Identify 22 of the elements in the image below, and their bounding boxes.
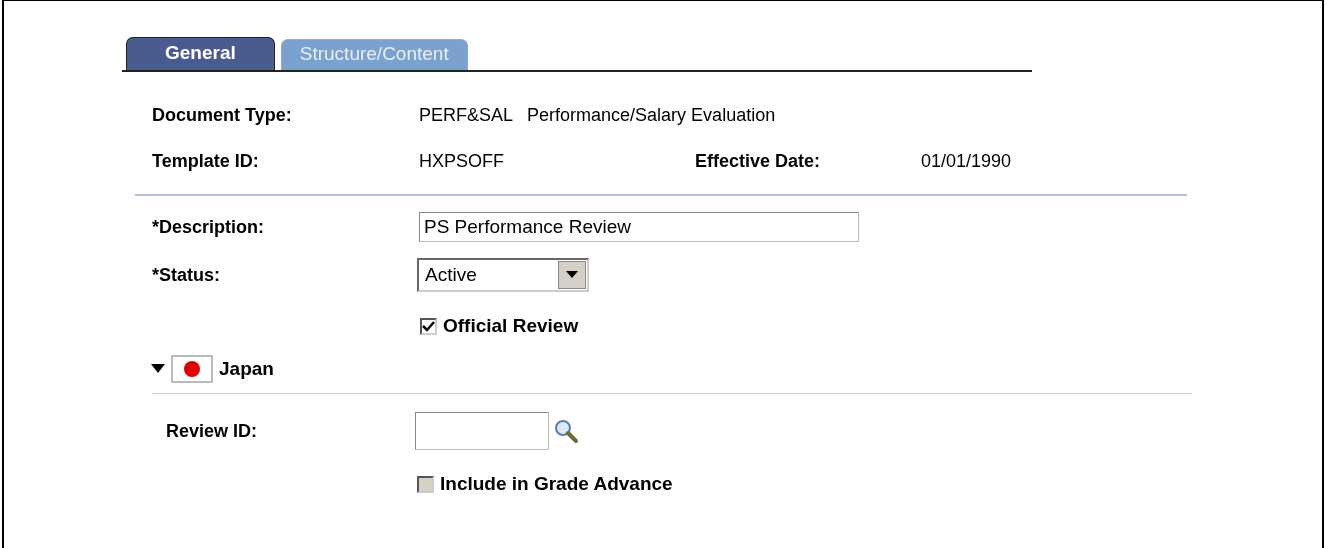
checkbox-label: Include in Grade Advance bbox=[440, 472, 673, 496]
document-type-code: PERF&SAL bbox=[419, 103, 514, 127]
field-label: Review ID: bbox=[166, 419, 259, 443]
status-dropdown[interactable]: Active bbox=[417, 258, 589, 292]
caret-icon bbox=[558, 261, 586, 289]
field-label: *Status: bbox=[152, 263, 221, 287]
field-label: Effective Date: bbox=[695, 149, 822, 173]
field-value: 01/01/1990 bbox=[921, 149, 1012, 173]
section-title: Japan bbox=[219, 356, 274, 381]
review-id-field[interactable] bbox=[415, 412, 549, 450]
document-type-description: Performance/Salary Evaluation bbox=[527, 103, 776, 127]
description-field[interactable]: PS Performance Review bbox=[419, 212, 859, 242]
checkbox[interactable] bbox=[420, 317, 437, 335]
field-label: Template ID: bbox=[152, 149, 260, 173]
checkbox-label: Official Review bbox=[443, 314, 579, 338]
collapse-arrow-icon[interactable] bbox=[151, 363, 165, 374]
flag-icon bbox=[171, 354, 213, 383]
field-label: Document Type: bbox=[152, 103, 293, 127]
field-value: HXPSOFF bbox=[419, 149, 505, 173]
search-icon[interactable] bbox=[553, 418, 579, 444]
field-label: *Description: bbox=[152, 215, 266, 239]
tab[interactable]: General bbox=[126, 37, 275, 70]
